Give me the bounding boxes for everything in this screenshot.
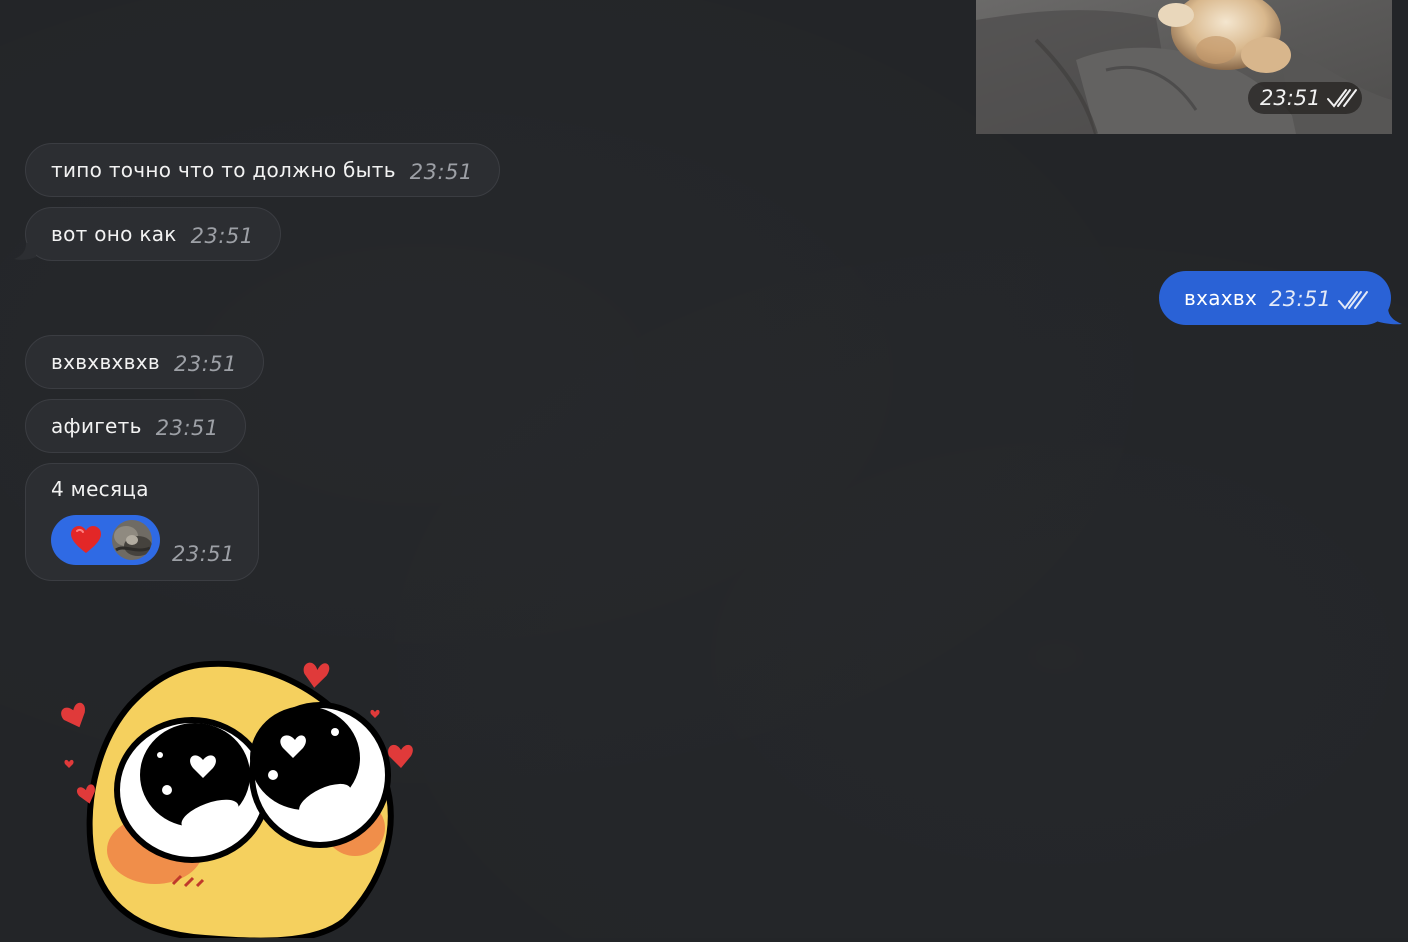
cute-emoji-sticker[interactable] bbox=[55, 650, 420, 942]
incoming-message[interactable]: вот оно как 23:51 bbox=[25, 207, 281, 261]
avatar bbox=[112, 520, 152, 560]
double-check-icon bbox=[1326, 89, 1357, 108]
incoming-message[interactable]: афигеть 23:51 bbox=[25, 399, 246, 453]
message-text: вхахвх bbox=[1184, 286, 1258, 310]
sticker-image bbox=[61, 660, 413, 942]
message-time: 23:51 bbox=[172, 542, 236, 566]
media-timestamp: 23:51 bbox=[1248, 82, 1362, 114]
message-text: 4 месяца bbox=[51, 477, 149, 501]
message-text: афигеть bbox=[51, 414, 142, 438]
incoming-message[interactable]: типо точно что то должно быть 23:51 bbox=[25, 143, 500, 197]
double-check-icon bbox=[1338, 291, 1369, 310]
message-time: 23:51 bbox=[173, 352, 238, 376]
bubble-tail bbox=[14, 243, 36, 260]
message-text: вот оно как bbox=[51, 222, 177, 246]
outgoing-message[interactable]: вхахвх 23:51 bbox=[1159, 271, 1391, 325]
incoming-message-with-reaction[interactable]: 4 месяца 23:51 bbox=[25, 463, 259, 581]
reaction-button[interactable] bbox=[51, 515, 160, 565]
message-text: вхвхвхвхв bbox=[51, 350, 160, 374]
message-time: 23:51 bbox=[1269, 287, 1332, 311]
message-time: 23:51 bbox=[190, 224, 254, 248]
message-time: 23:51 bbox=[155, 416, 219, 440]
bubble-tail bbox=[1376, 307, 1402, 325]
heart-icon bbox=[71, 526, 101, 553]
incoming-message[interactable]: вхвхвхвхв 23:51 bbox=[25, 335, 265, 389]
message-text: типо точно что то должно быть bbox=[51, 158, 396, 182]
message-time: 23:51 bbox=[409, 160, 473, 184]
media-time-text: 23:51 bbox=[1260, 86, 1321, 110]
